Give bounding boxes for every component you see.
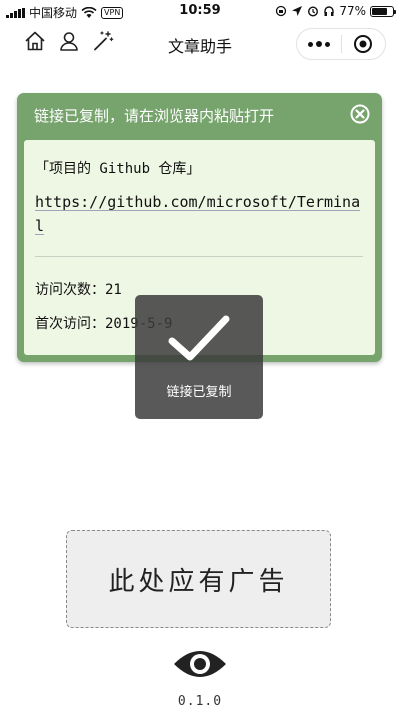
close-circle-icon[interactable] [350, 104, 370, 124]
location-icon [292, 6, 303, 16]
toast: 链接已复制 [135, 295, 263, 419]
headphones-icon [324, 6, 335, 16]
ad-placeholder: 此处应有广告 [66, 530, 331, 628]
close-miniprogram-button[interactable] [342, 29, 385, 59]
repo-title: 「项目的 Github 仓库」 [35, 161, 201, 177]
more-icon[interactable] [297, 29, 341, 59]
repo-url-text[interactable]: https://github.com/microsoft/Terminal [35, 193, 360, 235]
rotation-lock-icon [276, 5, 287, 17]
first-visit-label: 首次访问： [35, 316, 105, 332]
checkmark-icon [168, 315, 230, 361]
version-text: 0.1.0 [177, 694, 223, 709]
repo-url[interactable]: https://github.com/microsoft/Terminal [35, 190, 363, 238]
battery-icon [370, 5, 396, 17]
nav-bar: 文章助手 [0, 22, 400, 64]
close-miniprogram-icon [354, 35, 373, 53]
eye-icon[interactable] [172, 644, 228, 684]
visit-count-label: 访问次数： [35, 282, 105, 298]
ad-text: 此处应有广告 [108, 566, 289, 597]
capsule-menu [296, 28, 386, 60]
card-divider [35, 256, 363, 257]
battery-percent: 77% [339, 4, 366, 18]
status-right: 77% [275, 4, 396, 18]
toast-text: 链接已复制 [166, 385, 232, 400]
visit-count-value: 21 [105, 282, 122, 298]
alarm-icon [308, 6, 319, 17]
card-header: 链接已复制，请在浏览器内粘贴打开 [34, 107, 275, 125]
status-bar: 中国移动 VPN 10:59 77% [0, 0, 400, 22]
